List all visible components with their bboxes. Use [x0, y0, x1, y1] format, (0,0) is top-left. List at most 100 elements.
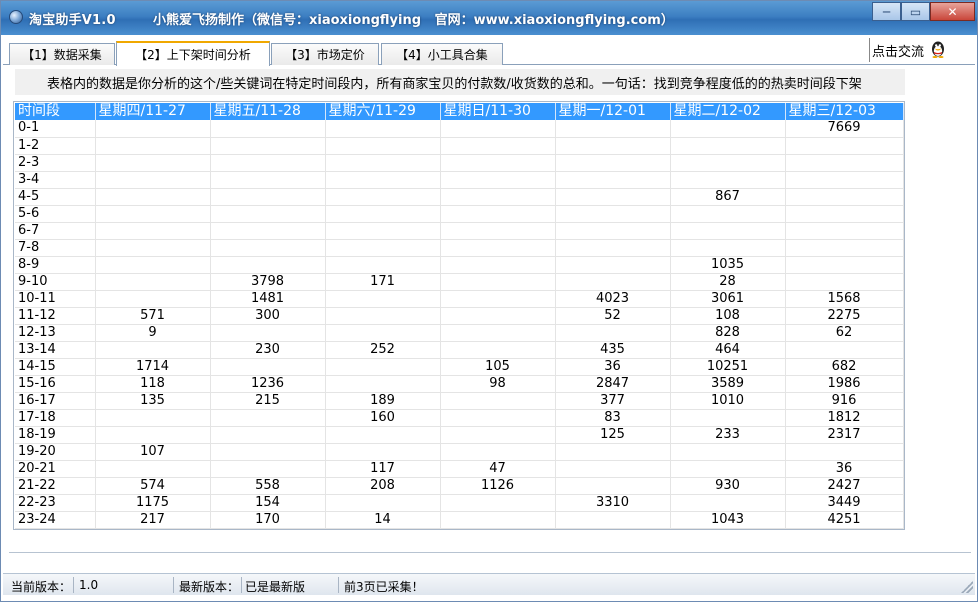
sales-count-cell: 170	[210, 511, 326, 529]
table-row[interactable]: 0-1 7669	[15, 120, 904, 138]
table-row[interactable]: 9-10 3798 171 28	[15, 273, 904, 291]
table-row[interactable]: 22-23 1175 154 3310 3449	[15, 494, 904, 512]
sales-count-cell	[95, 154, 211, 172]
sales-count-cell: 377	[555, 392, 671, 410]
time-slot-cell: 4-5	[15, 188, 96, 206]
table-row[interactable]: 18-19 125 233 2317	[15, 426, 904, 444]
sales-count-cell	[440, 324, 556, 342]
contact-link[interactable]: 点击交流	[869, 38, 975, 62]
sales-count-cell	[440, 188, 556, 206]
sales-count-cell	[555, 443, 671, 461]
sales-count-cell	[325, 375, 441, 393]
time-slot-cell: 9-10	[15, 273, 96, 291]
status-separator	[173, 577, 174, 593]
sales-count-cell	[555, 154, 671, 172]
sales-count-cell: 4251	[785, 511, 904, 529]
tab-listing-time-analysis[interactable]: 【2】上下架时间分析	[116, 41, 270, 66]
sales-count-cell: 252	[325, 341, 441, 359]
table-row[interactable]: 21-22 574 558 208 1126 930 2427	[15, 477, 904, 495]
sales-count-cell	[440, 171, 556, 189]
sales-count-cell: 828	[670, 324, 786, 342]
table-row[interactable]: 16-17 135 215 189 377 1010 916	[15, 392, 904, 410]
table-row[interactable]: 5-6	[15, 205, 904, 223]
sales-count-cell	[95, 239, 211, 257]
time-slot-cell: 21-22	[15, 477, 96, 495]
table-row[interactable]: 2-3	[15, 154, 904, 172]
sales-count-cell	[95, 409, 211, 427]
sales-count-cell: 1236	[210, 375, 326, 393]
title-bar[interactable]: 淘宝助手V1.0 小熊爱飞扬制作（微信号：xiaoxiongflying 官网：…	[1, 1, 977, 35]
column-header-day[interactable]: 星期日/11-30	[440, 103, 556, 120]
time-analysis-grid[interactable]: 时间段 星期四/11-27 星期五/11-28 星期六/11-29 星期日/11-30 星…	[13, 101, 905, 530]
time-slot-cell: 18-19	[15, 426, 96, 444]
sales-count-cell: 571	[95, 307, 211, 325]
sales-count-cell	[210, 222, 326, 240]
time-slot-cell: 0-1	[15, 120, 96, 138]
sales-count-cell	[555, 477, 671, 495]
sales-count-cell	[440, 256, 556, 274]
maximize-button[interactable]: ▭	[901, 2, 930, 21]
close-button[interactable]: ✕	[930, 2, 975, 21]
window-controls: ─ ▭ ✕	[872, 2, 975, 21]
sales-count-cell	[325, 137, 441, 155]
table-row[interactable]: 8-9 1035	[15, 256, 904, 274]
sales-count-cell	[440, 409, 556, 427]
table-row[interactable]: 12-13 9 828 62	[15, 324, 904, 342]
column-header-time-slot[interactable]: 时间段	[15, 103, 96, 120]
sales-count-cell	[785, 188, 904, 206]
table-row[interactable]: 10-11 1481 4023 3061 1568	[15, 290, 904, 308]
sales-count-cell	[785, 222, 904, 240]
table-row[interactable]: 1-2	[15, 137, 904, 155]
sales-count-cell	[555, 511, 671, 529]
sales-count-cell: 189	[325, 392, 441, 410]
app-title: 淘宝助手V1.0	[29, 13, 116, 28]
column-header-day[interactable]: 星期三/12-03	[785, 103, 904, 120]
sales-count-cell: 4023	[555, 290, 671, 308]
table-row[interactable]: 14-15 1714 105 36 10251 682	[15, 358, 904, 376]
sales-count-cell	[555, 171, 671, 189]
column-header-day[interactable]: 星期一/12-01	[555, 103, 671, 120]
sales-count-cell: 1986	[785, 375, 904, 393]
column-header-day[interactable]: 星期四/11-27	[95, 103, 211, 120]
sales-count-cell	[670, 239, 786, 257]
table-row[interactable]: 4-5 867	[15, 188, 904, 206]
time-slot-cell: 23-24	[15, 511, 96, 529]
minimize-button[interactable]: ─	[872, 2, 901, 21]
sales-count-cell	[670, 171, 786, 189]
sales-count-cell: 36	[785, 460, 904, 478]
table-row[interactable]: 3-4	[15, 171, 904, 189]
tab-market-pricing[interactable]: 【3】市场定价	[271, 43, 379, 65]
sales-count-cell: 52	[555, 307, 671, 325]
column-header-day[interactable]: 星期六/11-29	[325, 103, 441, 120]
column-header-day[interactable]: 星期二/12-02	[670, 103, 786, 120]
resize-grip-icon[interactable]	[961, 581, 973, 593]
sales-count-cell: 83	[555, 409, 671, 427]
table-row[interactable]: 13-14 230 252 435 464	[15, 341, 904, 359]
table-header-row: 时间段 星期四/11-27 星期五/11-28 星期六/11-29 星期日/11-30 星…	[15, 103, 904, 120]
time-slot-cell: 10-11	[15, 290, 96, 308]
table-row[interactable]: 19-20 107	[15, 443, 904, 461]
sales-count-cell: 62	[785, 324, 904, 342]
sales-count-cell: 1010	[670, 392, 786, 410]
sales-count-cell: 1043	[670, 511, 786, 529]
table-row[interactable]: 7-8	[15, 239, 904, 257]
sales-count-cell: 28	[670, 273, 786, 291]
table-row[interactable]: 17-18 160 83 1812	[15, 409, 904, 427]
sales-count-cell	[210, 443, 326, 461]
table-row[interactable]: 15-16 118 1236 98 2847 3589 1986	[15, 375, 904, 393]
sales-count-cell	[210, 188, 326, 206]
table-row[interactable]: 23-24 217 170 14 1043 4251	[15, 511, 904, 529]
time-slot-cell: 13-14	[15, 341, 96, 359]
sales-count-cell	[555, 324, 671, 342]
column-header-day[interactable]: 星期五/11-28	[210, 103, 326, 120]
time-slot-cell: 5-6	[15, 205, 96, 223]
tab-tools-collection[interactable]: 【4】小工具合集	[381, 43, 503, 65]
time-slot-cell: 14-15	[15, 358, 96, 376]
table-row[interactable]: 20-21 117 47 36	[15, 460, 904, 478]
sales-count-cell	[440, 239, 556, 257]
table-row[interactable]: 6-7	[15, 222, 904, 240]
sales-count-cell	[670, 460, 786, 478]
table-row[interactable]: 11-12 571 300 52 108 2275	[15, 307, 904, 325]
time-slot-cell: 16-17	[15, 392, 96, 410]
tab-data-collection[interactable]: 【1】数据采集	[9, 43, 115, 65]
